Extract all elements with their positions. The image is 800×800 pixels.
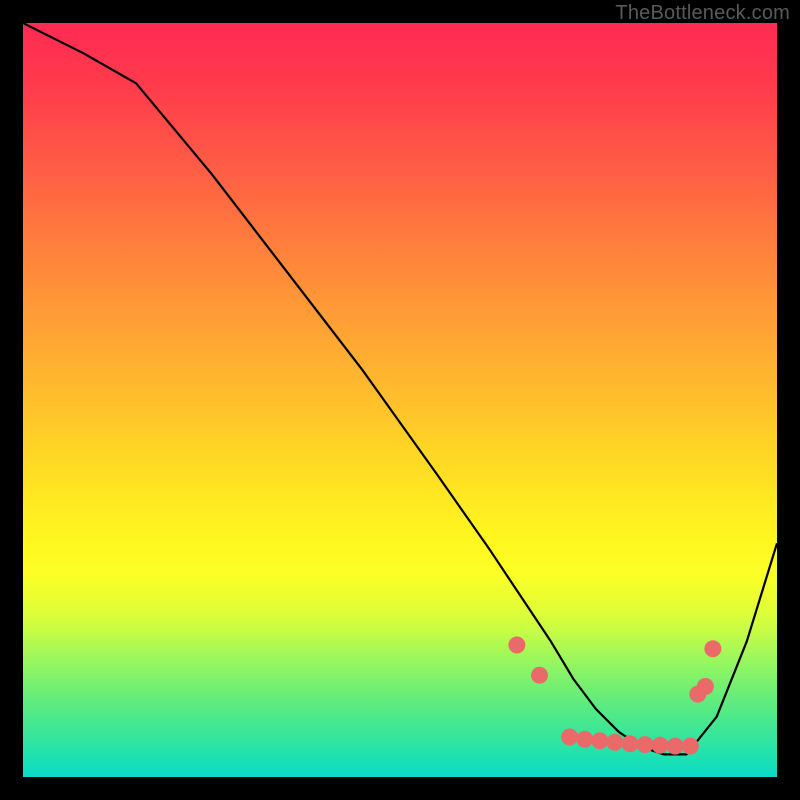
watermark-text: TheBottleneck.com: [615, 2, 790, 25]
chart-gradient-area: [23, 23, 777, 777]
